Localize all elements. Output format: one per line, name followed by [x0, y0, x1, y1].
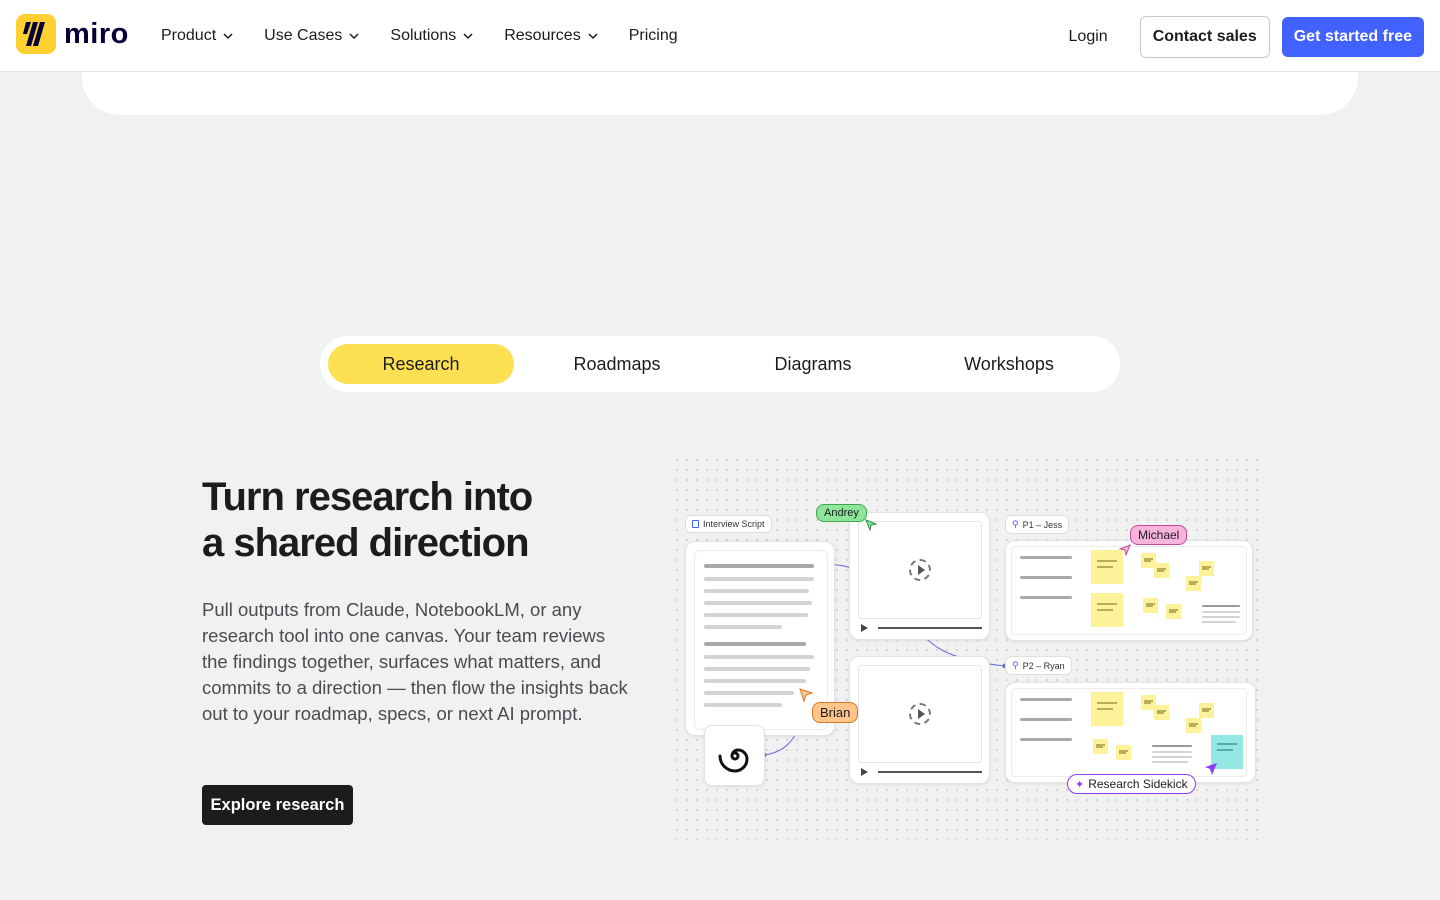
video-card-1 [849, 512, 990, 640]
cursor-icon [1205, 763, 1217, 775]
chevron-down-icon [223, 33, 233, 40]
get-started-button[interactable]: Get started free [1281, 17, 1424, 57]
flow-icon: ⚲ [1012, 660, 1019, 670]
research-sidekick-text: Research Sidekick [1088, 777, 1188, 791]
sparkle-icon: ✦ [1075, 778, 1085, 791]
nav-actions: Login Contact sales Get started free [1069, 16, 1424, 58]
section-description: Pull outputs from Claude, NotebookLM, or… [202, 599, 628, 724]
p1-label: ⚲ P1 – Jess [1005, 515, 1070, 534]
chevron-down-icon [463, 33, 473, 40]
headline-line-1: Turn research into [202, 475, 533, 519]
explore-research-button[interactable]: Explore research [202, 785, 353, 825]
menu-pricing[interactable]: Pricing [629, 27, 678, 45]
main-menu: Product Use Cases Solutions Resources Pr… [161, 0, 708, 72]
cursor-icon [799, 688, 813, 702]
tab-roadmaps[interactable]: Roadmaps [524, 344, 710, 384]
use-case-tabs: Research Roadmaps Diagrams Workshops [320, 336, 1120, 392]
chevron-down-icon [349, 33, 359, 40]
tab-workshops[interactable]: Workshops [916, 344, 1102, 384]
p2-label-text: P2 – Ryan [1022, 660, 1065, 671]
user-tag-brian: Brian [812, 702, 859, 723]
ai-tool-icon [704, 725, 765, 786]
menu-label: Product [161, 27, 217, 44]
menu-label: Pricing [628, 27, 678, 44]
login-link[interactable]: Login [1069, 28, 1108, 46]
headline-line-2: a shared direction [202, 521, 530, 565]
research-sidekick-tag: ✦ Research Sidekick [1067, 774, 1196, 794]
cursor-icon [1119, 544, 1131, 556]
section-headline: Turn research into a shared direction [202, 474, 622, 566]
menu-use-cases[interactable]: Use Cases [264, 27, 360, 45]
p2-label: ⚲ P2 – Ryan [1005, 656, 1072, 675]
menu-label: Resources [504, 27, 581, 44]
contact-sales-button[interactable]: Contact sales [1139, 16, 1270, 58]
interview-script-label: Interview Script [685, 515, 772, 533]
spiral-icon [718, 747, 749, 773]
logo-text: miro [64, 17, 129, 50]
user-tag-michael: Michael [1130, 525, 1188, 545]
top-nav: miro Product Use Cases Solutions Resourc… [0, 0, 1440, 72]
document-icon [692, 520, 699, 528]
cursor-icon [865, 519, 877, 531]
flow-icon: ⚲ [1012, 519, 1019, 529]
tab-research[interactable]: Research [328, 344, 514, 384]
miro-logo-icon [16, 14, 56, 54]
interview-script-text: Interview Script [703, 519, 765, 529]
video-card-2 [849, 656, 990, 784]
user-tag-andrey: Andrey [816, 504, 867, 522]
tab-diagrams[interactable]: Diagrams [720, 344, 906, 384]
miro-logo[interactable]: miro [16, 14, 129, 54]
p1-label-text: P1 – Jess [1022, 519, 1063, 530]
menu-label: Use Cases [264, 27, 343, 44]
chevron-down-icon [588, 33, 598, 40]
p2-board [1005, 682, 1256, 783]
menu-product[interactable]: Product [161, 27, 234, 45]
play-icon [909, 703, 931, 725]
research-board-illustration: Interview Script ⚲ P1 – Jess ⚲ P2 – Ryan… [672, 455, 1264, 840]
play-icon [909, 559, 931, 581]
menu-solutions[interactable]: Solutions [390, 27, 474, 45]
menu-label: Solutions [390, 27, 457, 44]
menu-resources[interactable]: Resources [504, 27, 598, 45]
